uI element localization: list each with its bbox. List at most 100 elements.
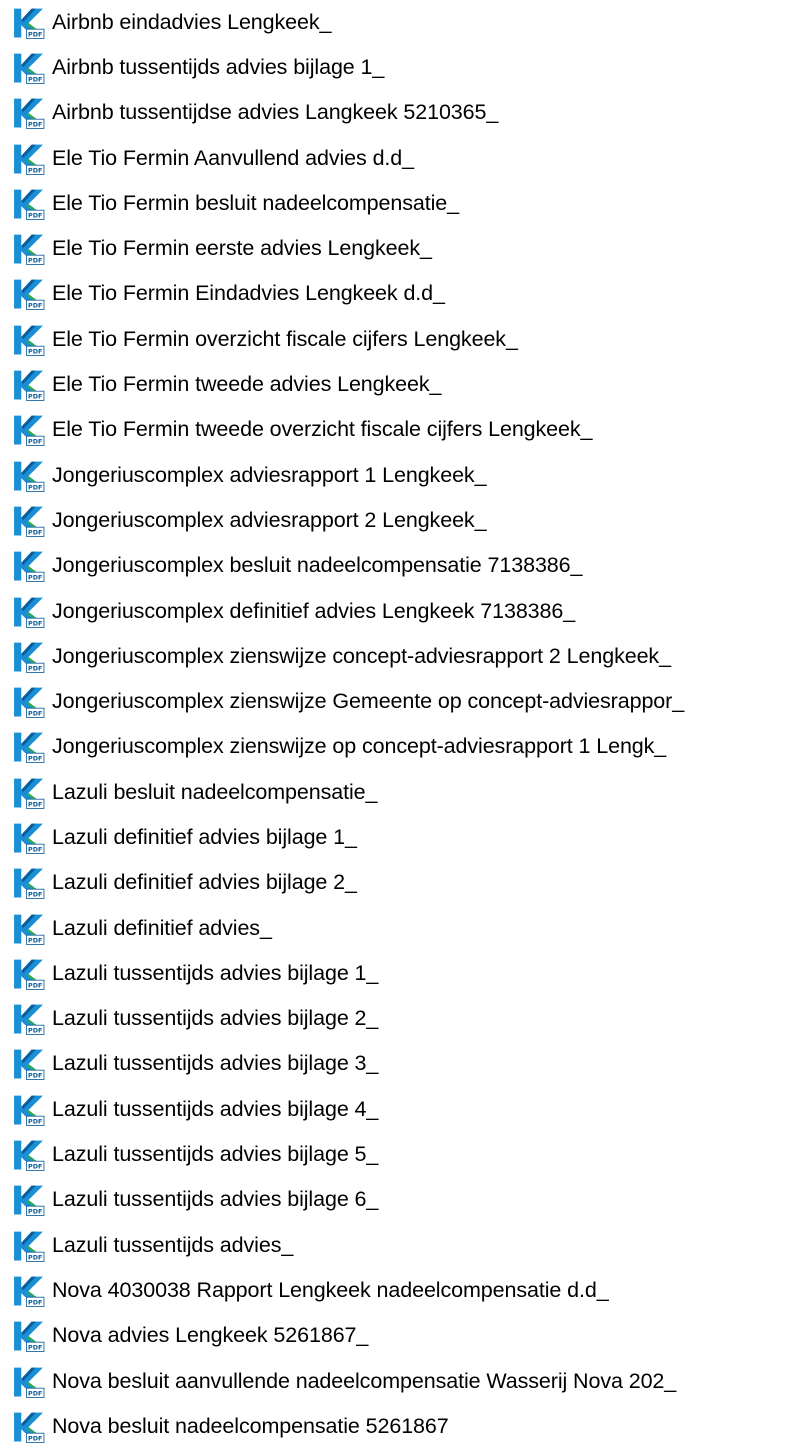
file-list-item[interactable]: PDF Lazuli tussentijds advies bijlage 5_ [0, 1132, 792, 1177]
file-list-item[interactable]: PDF Jongeriuscomplex definitief advies Le… [0, 589, 792, 634]
svg-text:PDF: PDF [28, 483, 42, 491]
file-list-item[interactable]: PDF Lazuli tussentijds advies bijlage 3_ [0, 1042, 792, 1087]
pdf-file-icon: PDF [12, 6, 45, 39]
svg-text:PDF: PDF [28, 1072, 42, 1080]
file-list-item[interactable]: PDF Lazuli definitief advies bijlage 1_ [0, 815, 792, 860]
file-name: Airbnb eindadvies Lengkeek_ [52, 9, 332, 34]
file-list-item[interactable]: PDF Jongeriuscomplex adviesrapport 2 Leng… [0, 498, 792, 543]
pdf-file-icon: PDF [12, 1229, 45, 1262]
pdf-file-icon: PDF [12, 957, 45, 990]
file-list-item[interactable]: PDF Airbnb tussentijdse advies Langkeek 5… [0, 91, 792, 136]
pdf-file-icon: PDF [12, 51, 45, 84]
file-name: Jongeriuscomplex besluit nadeelcompensat… [52, 553, 583, 578]
svg-text:PDF: PDF [28, 846, 42, 854]
pdf-file-icon: PDF [12, 1093, 45, 1126]
svg-text:PDF: PDF [28, 710, 42, 718]
file-name: Lazuli besluit nadeelcompensatie_ [52, 779, 378, 804]
file-list-item[interactable]: PDF Ele Tio Fermin Aanvullend advies d.d_ [0, 136, 792, 181]
file-name: Ele Tio Fermin tweede overzicht fiscale … [52, 417, 593, 442]
file-list-item[interactable]: PDF Ele Tio Fermin besluit nadeelcompensa… [0, 181, 792, 226]
file-name: Lazuli tussentijds advies_ [52, 1232, 294, 1257]
file-name: Jongeriuscomplex zienswijze op concept-a… [52, 734, 667, 759]
svg-text:PDF: PDF [28, 1208, 42, 1216]
pdf-file-icon: PDF [12, 640, 45, 673]
file-name: Ele Tio Fermin eerste advies Lengkeek_ [52, 235, 432, 260]
file-list-item[interactable]: PDF Ele Tio Fermin eerste advies Lengkeek… [0, 226, 792, 271]
file-name: Nova 4030038 Rapport Lengkeek nadeelcomp… [52, 1277, 609, 1302]
svg-text:PDF: PDF [28, 1163, 42, 1171]
svg-text:PDF: PDF [28, 257, 42, 265]
file-list-item[interactable]: PDF Ele Tio Fermin Eindadvies Lengkeek d.… [0, 272, 792, 317]
pdf-file-icon: PDF [12, 233, 45, 266]
file-name: Lazuli tussentijds advies bijlage 6_ [52, 1187, 379, 1212]
pdf-file-icon: PDF [12, 142, 45, 175]
pdf-file-icon: PDF [12, 776, 45, 809]
file-list-item[interactable]: PDF Airbnb eindadvies Lengkeek_ [0, 0, 792, 45]
file-name: Nova besluit nadeelcompensatie 5261867 [52, 1413, 449, 1438]
file-list-item[interactable]: PDF Ele Tio Fermin tweede overzicht fisca… [0, 408, 792, 453]
svg-text:PDF: PDF [28, 76, 42, 84]
file-list-item[interactable]: PDF Lazuli definitief advies bijlage 2_ [0, 861, 792, 906]
pdf-file-icon: PDF [12, 369, 45, 402]
file-list-item[interactable]: PDF Ele Tio Fermin overzicht fiscale cijf… [0, 317, 792, 362]
svg-text:PDF: PDF [28, 1389, 42, 1397]
pdf-file-icon: PDF [12, 1274, 45, 1307]
file-name: Lazuli definitief advies_ [52, 915, 272, 940]
file-list-item[interactable]: PDF Lazuli tussentijds advies_ [0, 1223, 792, 1268]
file-name: Ele Tio Fermin Aanvullend advies d.d_ [52, 145, 415, 170]
svg-text:PDF: PDF [28, 302, 42, 310]
pdf-file-icon: PDF [12, 323, 45, 356]
svg-text:PDF: PDF [28, 755, 42, 763]
file-name: Airbnb tussentijdse advies Langkeek 5210… [52, 100, 499, 125]
file-list-item[interactable]: PDF Jongeriuscomplex zienswijze op concep… [0, 725, 792, 770]
pdf-file-icon: PDF [12, 912, 45, 945]
svg-text:PDF: PDF [28, 936, 42, 944]
file-name: Ele Tio Fermin overzicht fiscale cijfers… [52, 326, 518, 351]
pdf-file-icon: PDF [12, 867, 45, 900]
file-name: Nova advies Lengkeek 5261867_ [52, 1323, 369, 1348]
file-name: Lazuli definitief advies bijlage 2_ [52, 870, 357, 895]
file-list-item[interactable]: PDF Nova besluit nadeelcompensatie 526186… [0, 1404, 792, 1449]
pdf-file-icon: PDF [12, 731, 45, 764]
file-list-item[interactable]: PDF Airbnb tussentijds advies bijlage 1_ [0, 45, 792, 90]
file-list-item[interactable]: PDF Lazuli tussentijds advies bijlage 6_ [0, 1178, 792, 1223]
svg-text:PDF: PDF [28, 664, 42, 672]
file-name: Lazuli definitief advies bijlage 1_ [52, 824, 357, 849]
svg-text:PDF: PDF [28, 166, 42, 174]
file-list-item[interactable]: PDF Jongeriuscomplex zienswijze Gemeente … [0, 679, 792, 724]
pdf-file-icon: PDF [12, 595, 45, 628]
file-list-item[interactable]: PDF Lazuli definitief advies_ [0, 906, 792, 951]
file-list-item[interactable]: PDF Jongeriuscomplex besluit nadeelcompen… [0, 544, 792, 589]
pdf-file-icon: PDF [12, 821, 45, 854]
pdf-file-icon: PDF [12, 97, 45, 130]
file-list-item[interactable]: PDF Lazuli tussentijds advies bijlage 4_ [0, 1087, 792, 1132]
pdf-file-icon: PDF [12, 504, 45, 537]
file-name: Jongeriuscomplex adviesrapport 1 Lengkee… [52, 462, 487, 487]
file-name: Ele Tio Fermin tweede advies Lengkeek_ [52, 371, 442, 396]
file-list-item[interactable]: PDF Ele Tio Fermin tweede advies Lengkeek… [0, 362, 792, 407]
file-list-item[interactable]: PDF Nova 4030038 Rapport Lengkeek nadeelc… [0, 1268, 792, 1313]
pdf-file-icon: PDF [12, 1048, 45, 1081]
file-name: Ele Tio Fermin Eindadvies Lengkeek d.d_ [52, 281, 445, 306]
file-name: Ele Tio Fermin besluit nadeelcompensatie… [52, 190, 460, 215]
svg-text:PDF: PDF [28, 800, 42, 808]
svg-text:PDF: PDF [28, 1344, 42, 1352]
svg-text:PDF: PDF [28, 1027, 42, 1035]
pdf-file-icon: PDF [12, 414, 45, 447]
pdf-file-icon: PDF [12, 1320, 45, 1353]
pdf-file-icon: PDF [12, 187, 45, 220]
file-list-item[interactable]: PDF Lazuli besluit nadeelcompensatie_ [0, 770, 792, 815]
file-list-item[interactable]: PDF Lazuli tussentijds advies bijlage 2_ [0, 997, 792, 1042]
file-name: Lazuli tussentijds advies bijlage 5_ [52, 1141, 379, 1166]
svg-text:PDF: PDF [28, 1434, 42, 1442]
file-list-item[interactable]: PDF Nova advies Lengkeek 5261867_ [0, 1314, 792, 1359]
svg-text:PDF: PDF [28, 438, 42, 446]
file-name: Lazuli tussentijds advies bijlage 3_ [52, 1051, 379, 1076]
file-list-item[interactable]: PDF Nova besluit aanvullende nadeelcompen… [0, 1359, 792, 1404]
file-list-item[interactable]: PDF Jongeriuscomplex zienswijze concept-a… [0, 634, 792, 679]
svg-text:PDF: PDF [28, 30, 42, 38]
file-list-item[interactable]: PDF Jongeriuscomplex adviesrapport 1 Leng… [0, 453, 792, 498]
file-list-item[interactable]: PDF Lazuli tussentijds advies bijlage 1_ [0, 951, 792, 996]
svg-text:PDF: PDF [28, 1299, 42, 1307]
file-name: Jongeriuscomplex definitief advies Lengk… [52, 598, 576, 623]
